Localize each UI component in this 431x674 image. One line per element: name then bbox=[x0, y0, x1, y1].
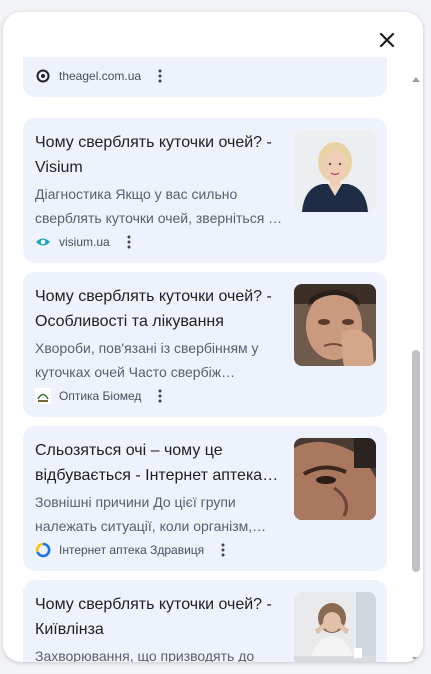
more-options-icon[interactable] bbox=[216, 541, 230, 559]
more-options-icon[interactable] bbox=[122, 233, 136, 251]
result-title[interactable]: Чому сверблять куточки очей? - Особливос… bbox=[35, 284, 287, 334]
woman-at-desk-image bbox=[294, 592, 376, 662]
result-card[interactable]: theagel.com.ua bbox=[23, 57, 387, 97]
close-icon bbox=[379, 32, 395, 48]
result-snippet: Хвороби, пов'язані із свербінням у куточ… bbox=[35, 340, 259, 380]
close-button[interactable] bbox=[375, 28, 399, 52]
result-source: theagel.com.ua bbox=[35, 66, 167, 86]
source-name: Оптика Біомед bbox=[59, 389, 142, 403]
more-options-icon[interactable] bbox=[153, 387, 167, 405]
source-name: theagel.com.ua bbox=[59, 69, 142, 83]
visium-favicon bbox=[35, 234, 51, 250]
more-options-icon[interactable] bbox=[153, 67, 167, 85]
scrollbar-thumb[interactable] bbox=[412, 350, 420, 572]
man-rubbing-eye-image bbox=[294, 284, 376, 366]
result-snippet: Захворювання, що призводять до свербіння… bbox=[35, 648, 255, 662]
scroll-up-arrow-icon[interactable] bbox=[412, 77, 420, 82]
result-card[interactable]: Сльозяться очі – чому це відбувається - … bbox=[23, 426, 387, 571]
scrollbar[interactable] bbox=[411, 72, 421, 662]
result-snippet: Діагностика Якщо у вас сильно сверблять … bbox=[35, 186, 283, 226]
result-card[interactable]: Чому сверблять куточки очей? - Особливос… bbox=[23, 272, 387, 417]
result-card[interactable]: Чому сверблять куточки очей? - Київлінза… bbox=[23, 580, 387, 662]
results-list: theagel.com.ua Чому сверблять куточки оч… bbox=[3, 57, 408, 662]
man-closeup-eye-image bbox=[294, 438, 376, 520]
source-name: visium.ua bbox=[59, 235, 110, 249]
result-source: Інтернет аптека Здравиця bbox=[35, 540, 230, 560]
source-name: Інтернет аптека Здравиця bbox=[59, 543, 205, 557]
result-title[interactable]: Чому сверблять куточки очей? - Visium bbox=[35, 130, 287, 180]
result-source: Оптика Біомед bbox=[35, 386, 167, 406]
result-title[interactable]: Чому сверблять куточки очей? - Київлінза bbox=[35, 592, 287, 642]
result-source: visium.ua bbox=[35, 232, 136, 252]
result-snippet: Зовнішні причини До цієї групи належать … bbox=[35, 494, 267, 534]
zdravytsia-favicon bbox=[35, 542, 51, 558]
scroll-down-arrow-icon[interactable] bbox=[412, 657, 420, 662]
result-title[interactable]: Сльозяться очі – чому це відбувається - … bbox=[35, 438, 287, 488]
biomed-favicon bbox=[35, 388, 51, 404]
doctor-portrait-image bbox=[294, 130, 376, 212]
theagel-favicon bbox=[35, 68, 51, 84]
result-card[interactable]: Чому сверблять куточки очей? - Visium Ді… bbox=[23, 118, 387, 263]
results-panel: theagel.com.ua Чому сверблять куточки оч… bbox=[3, 12, 423, 662]
